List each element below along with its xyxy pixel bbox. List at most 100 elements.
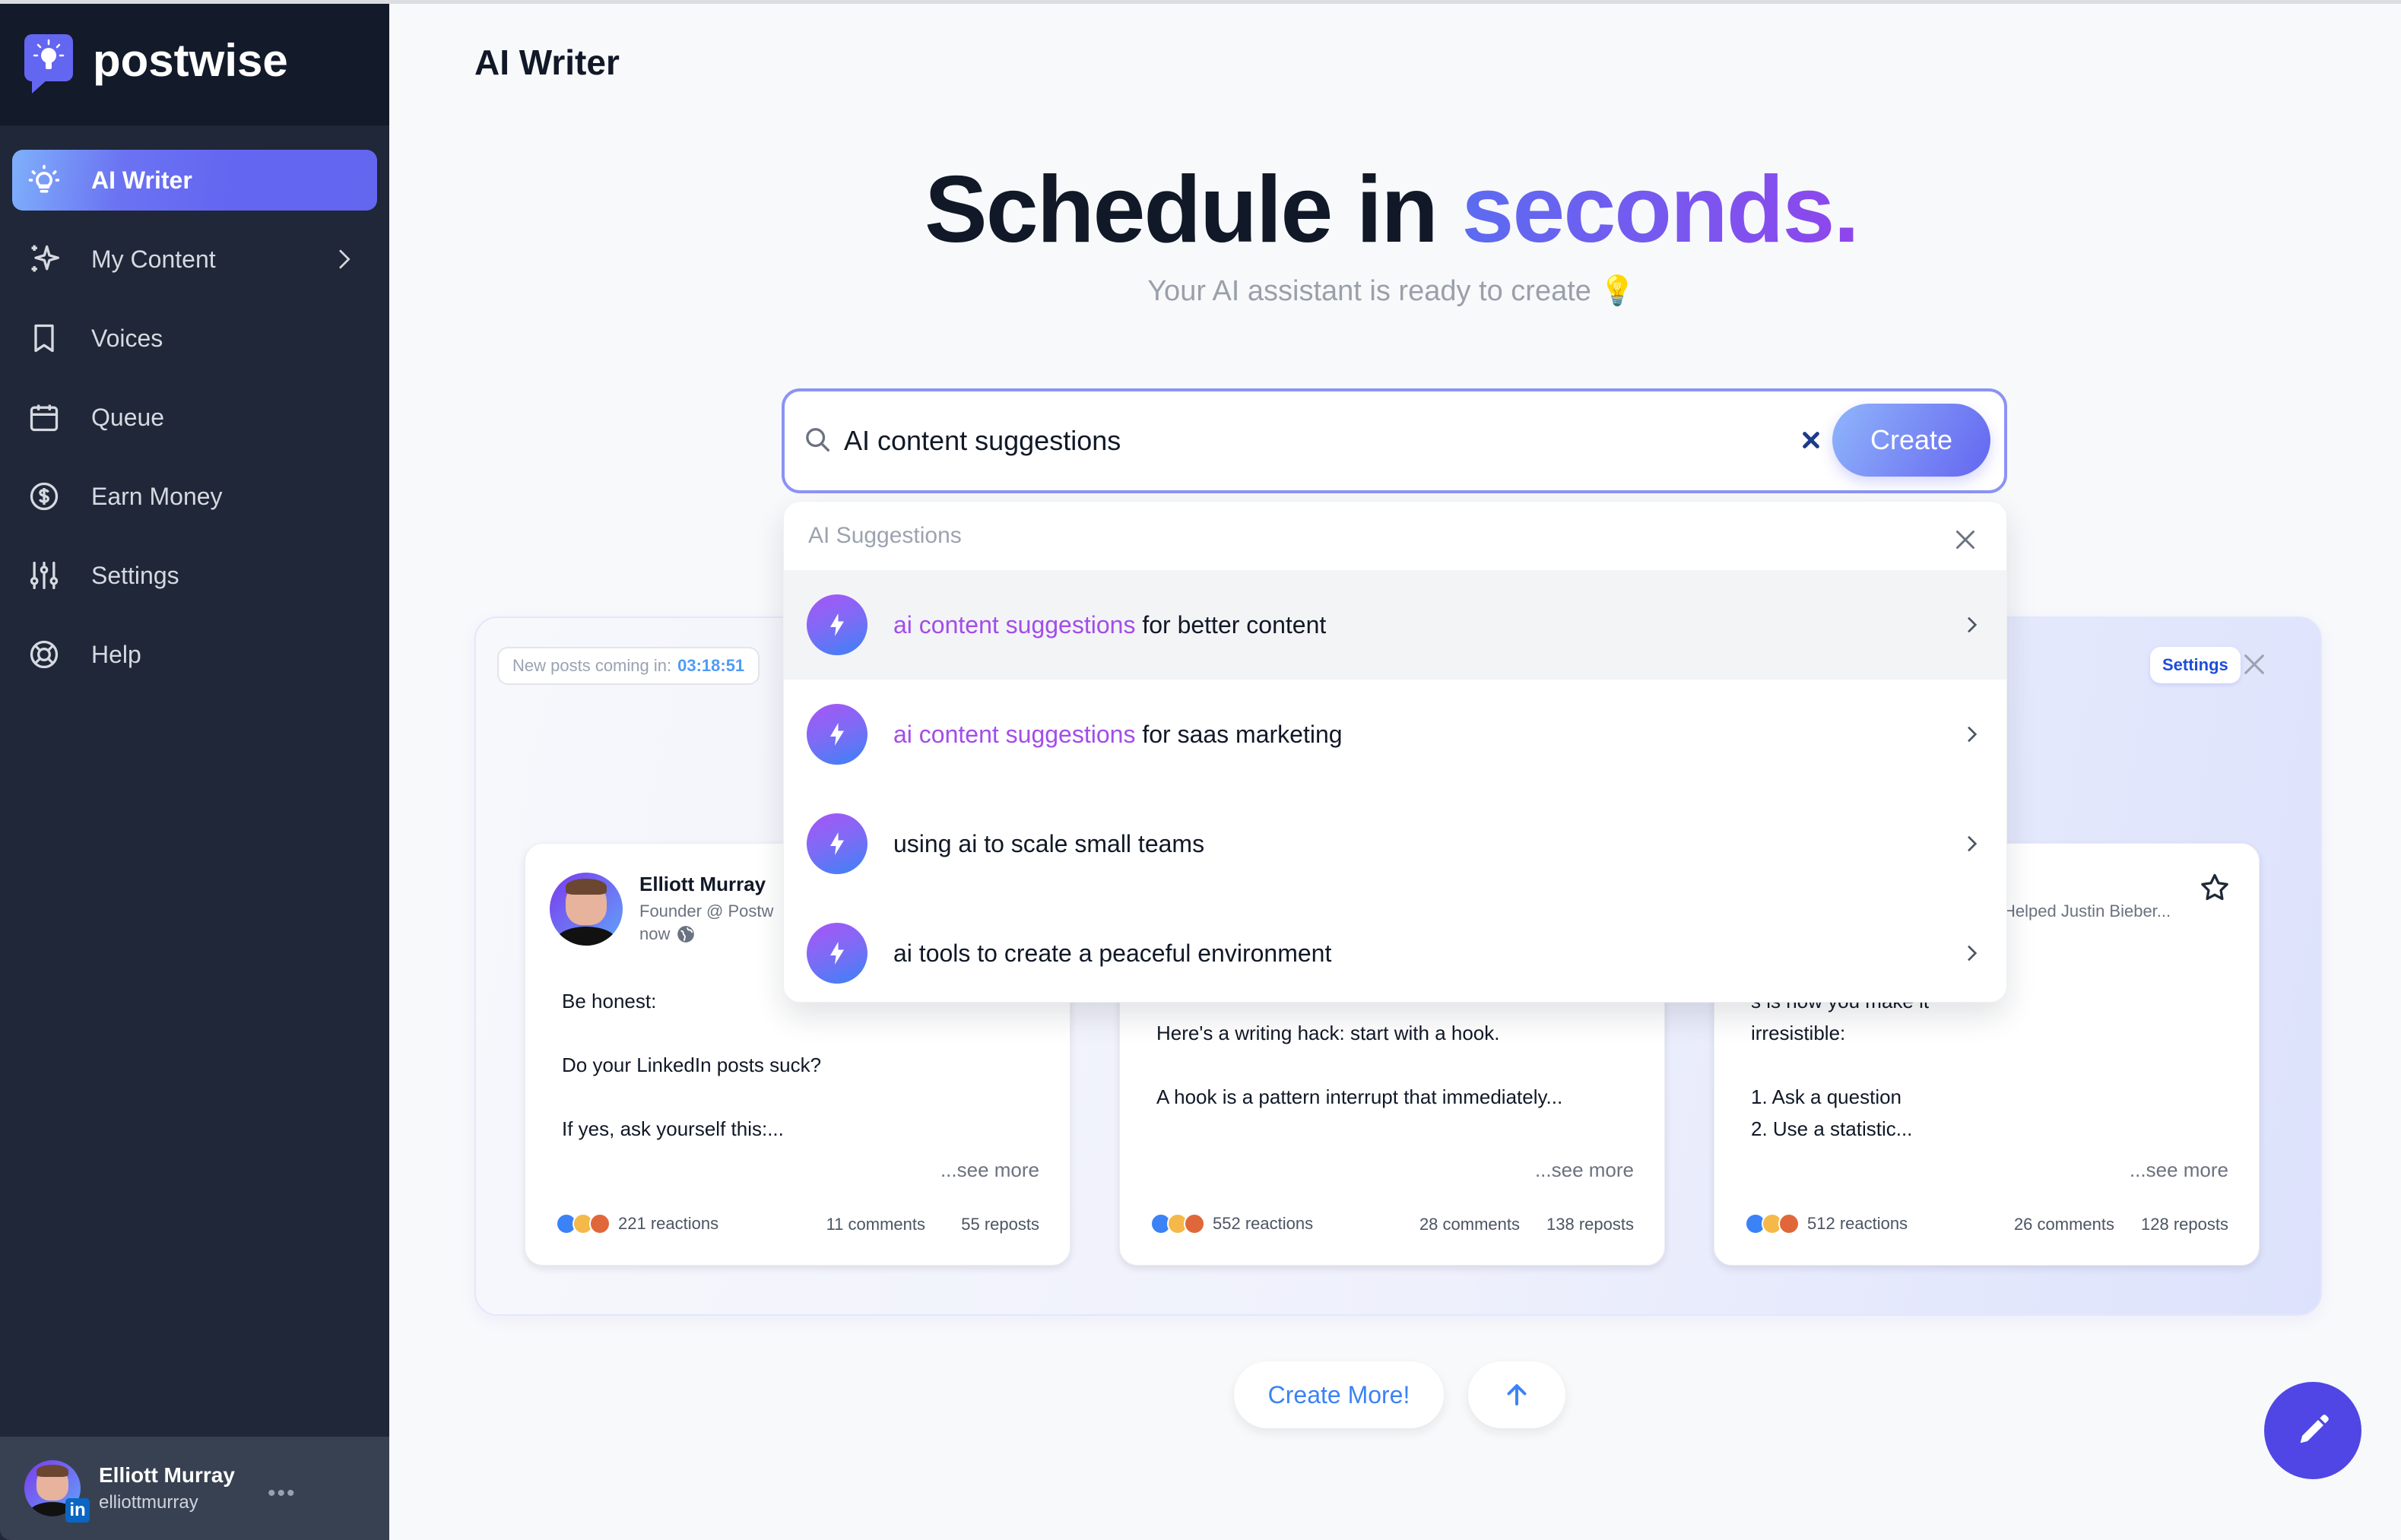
pencil-icon (2300, 1415, 2329, 1443)
love-reaction-icon (589, 1213, 611, 1234)
post-author: Elliott Murray (639, 873, 766, 895)
linkedin-icon: in (65, 1498, 90, 1523)
chevron-right-icon (1968, 616, 1978, 633)
sidebar-item-earn-money[interactable]: Earn Money (12, 466, 377, 527)
sidebar-item-my-content[interactable]: My Content (12, 229, 377, 290)
bolt-icon (807, 923, 867, 984)
reactions-count: 552 reactions (1213, 1214, 1314, 1233)
sidebar-item-label: Settings (91, 561, 179, 589)
profile-handle: elliottmurray (99, 1492, 198, 1513)
dollar-circle-icon (27, 480, 61, 513)
comments-count: 11 comments (826, 1215, 925, 1234)
hero-title-accent: seconds. (1461, 157, 1860, 262)
sidebar-item-label: Help (91, 640, 141, 668)
chevron-right-icon (1968, 726, 1978, 743)
sidebar-item-settings[interactable]: Settings (12, 545, 377, 606)
create-more-button[interactable]: Create More! (1234, 1361, 1444, 1428)
main-content: AI Writer Schedule in seconds. Your AI a… (389, 4, 2401, 1540)
hero-subtitle: Your AI assistant is ready to create 💡 (1147, 275, 1635, 307)
create-button[interactable]: Create (1832, 404, 1990, 477)
close-icon[interactable] (2241, 651, 2267, 677)
post-stats: 221 reactions 11 comments 55 reposts (556, 1213, 1039, 1241)
sidebar-item-ai-writer[interactable]: AI Writer (12, 150, 377, 211)
postwise-logo-icon (24, 34, 73, 95)
see-more-link[interactable]: ...see more (1535, 1158, 1634, 1182)
love-reaction-icon (1778, 1213, 1800, 1234)
lifebuoy-icon (27, 638, 61, 671)
hero-title: Schedule in seconds. (389, 156, 2393, 264)
window-top-border (0, 0, 2401, 4)
post-headline: Founder @ Postw (639, 902, 774, 921)
arrow-up-icon (1507, 1384, 1527, 1405)
reposts-count: 55 reposts (961, 1215, 1039, 1234)
profile-name: Elliott Murray (99, 1463, 235, 1487)
suggestion-text: ai content suggestions for better conten… (893, 610, 1327, 638)
clear-search-icon[interactable] (1796, 425, 1826, 455)
sidebar-item-label: Voices (91, 324, 163, 352)
sidebar-item-label: Queue (91, 403, 165, 431)
sidebar-item-label: Earn Money (91, 482, 223, 510)
bookmark-icon (27, 322, 61, 355)
profile-card[interactable]: in Elliott Murray elliottmurray ••• (0, 1437, 389, 1540)
dropdown-header: AI Suggestions (784, 502, 2006, 570)
post-body: Here's a writing hack: start with a hook… (1156, 1022, 1563, 1108)
chevron-right-icon (1968, 945, 1978, 962)
sidebar-item-label: AI Writer (91, 166, 192, 194)
countdown-badge: New posts coming in: 03:18:51 (497, 647, 760, 685)
globe-icon (677, 926, 695, 943)
reposts-count: 138 reposts (1546, 1215, 1634, 1234)
suggestion-item[interactable]: ai tools to create a peaceful environmen… (784, 898, 2006, 1002)
calendar-icon (27, 401, 61, 434)
sidebar-item-queue[interactable]: Queue (12, 387, 377, 448)
countdown-label: New posts coming in: (512, 656, 672, 675)
brand[interactable]: postwise (0, 4, 389, 125)
sidebar-item-help[interactable]: Help (12, 624, 377, 685)
suggestion-item[interactable]: ai content suggestions for better conten… (784, 570, 2006, 680)
suggestion-text: ai tools to create a peaceful environmen… (893, 939, 1332, 967)
love-reaction-icon (1184, 1213, 1205, 1234)
suggestion-item[interactable]: using ai to scale small teams (784, 789, 2006, 898)
lightbulb-icon (27, 163, 61, 197)
bolt-icon (807, 594, 867, 655)
post-headline: Helped Justin Bieber... (2003, 902, 2171, 921)
reposts-count: 128 reposts (2141, 1215, 2228, 1234)
comments-count: 26 comments (2013, 1215, 2114, 1234)
sidebar: postwise AI Writer My Content Voices Que… (0, 4, 389, 1540)
close-icon[interactable] (1952, 526, 1979, 553)
search-bar: Create (782, 388, 2007, 493)
sidebar-nav: AI Writer My Content Voices Queue Earn M… (0, 125, 389, 685)
post-body: Be honest: Do your LinkedIn posts suck? … (562, 990, 822, 1140)
reactions: 512 reactions (1745, 1213, 1908, 1234)
star-icon[interactable] (2198, 871, 2231, 905)
suggestion-item[interactable]: ai content suggestions for saas marketin… (784, 680, 2006, 789)
sliders-icon (27, 559, 61, 592)
reactions: 552 reactions (1150, 1213, 1313, 1234)
avatar: in (24, 1460, 90, 1523)
post-time: now (639, 924, 696, 944)
scroll-top-button[interactable] (1468, 1361, 1565, 1428)
sidebar-item-voices[interactable]: Voices (12, 308, 377, 369)
comments-count: 28 comments (1419, 1215, 1520, 1234)
post-body: s is how you make it irresistible: 1. As… (1751, 990, 1929, 1140)
post-stats: 512 reactions 26 comments 128 reposts (1745, 1213, 2228, 1241)
suggestion-text: ai content suggestions for saas marketin… (893, 720, 1343, 748)
countdown-time: 03:18:51 (677, 656, 745, 675)
brand-name: postwise (93, 34, 288, 86)
bolt-icon (807, 813, 867, 874)
hero-title-plain: Schedule in (925, 157, 1462, 262)
see-more-link[interactable]: ...see more (2130, 1158, 2228, 1182)
search-icon (806, 428, 829, 452)
sidebar-item-label: My Content (91, 245, 216, 273)
sparkles-icon (27, 242, 61, 276)
reactions: 221 reactions (556, 1213, 718, 1234)
search-input[interactable] (844, 414, 1756, 467)
see-more-link[interactable]: ...see more (940, 1158, 1039, 1182)
post-stats: 552 reactions 28 comments 138 reposts (1150, 1213, 1634, 1241)
chevron-right-icon (1968, 835, 1978, 852)
compose-button[interactable] (2264, 1382, 2361, 1479)
feed-settings-button[interactable]: Settings (2150, 647, 2241, 683)
dropdown-title: AI Suggestions (808, 523, 962, 548)
more-options-icon[interactable]: ••• (268, 1481, 297, 1507)
avatar (550, 873, 623, 946)
page-title: AI Writer (474, 43, 620, 82)
